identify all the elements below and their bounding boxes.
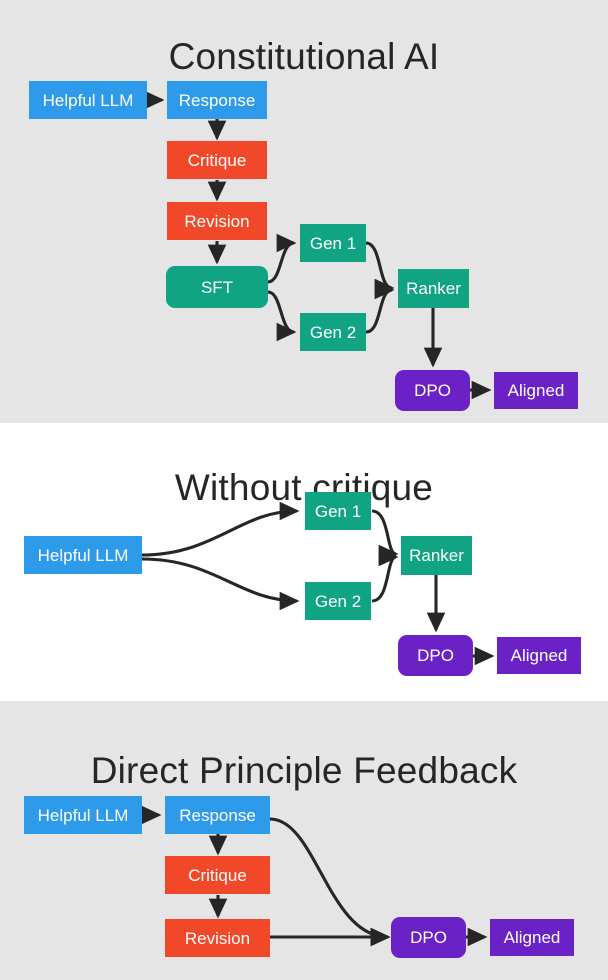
node-label: Response xyxy=(179,805,256,825)
node-wc-ranker[interactable]: Ranker xyxy=(401,536,472,575)
edge-helpful-llm-to-gen2 xyxy=(141,557,300,611)
node-label: Revision xyxy=(184,211,250,231)
node-cai-helpful-llm[interactable]: Helpful LLM xyxy=(29,81,147,119)
node-cai-response[interactable]: Response xyxy=(167,81,267,119)
node-label: Aligned xyxy=(503,928,561,947)
node-wc-dpo[interactable]: DPO xyxy=(398,635,473,676)
node-label: Helpful LLM xyxy=(37,805,129,825)
node-label: SFT xyxy=(200,277,234,297)
node-cai-gen2[interactable]: Gen 2 xyxy=(300,313,366,351)
node-wc-helpful-llm[interactable]: Helpful LLM xyxy=(24,536,142,574)
node-label: Revision xyxy=(184,928,251,948)
node-label: Gen 2 xyxy=(314,591,362,611)
edge-gen1-to-ranker xyxy=(371,509,399,564)
node-dpf-critique[interactable]: Critique xyxy=(165,856,270,894)
edge-response-to-dpo xyxy=(269,817,391,947)
node-label: Helpful LLM xyxy=(37,545,129,565)
node-cai-critique[interactable]: Critique xyxy=(167,141,267,179)
node-label: DPO xyxy=(410,928,447,947)
node-label: Gen 1 xyxy=(314,501,362,521)
node-label: Ranker xyxy=(406,279,461,298)
node-cai-dpo[interactable]: DPO xyxy=(395,370,470,411)
node-label: DPO xyxy=(414,381,451,400)
node-cai-aligned[interactable]: Aligned xyxy=(494,372,578,409)
node-label: Critique xyxy=(188,865,247,885)
panel-title-constitutional-ai: Constitutional AI xyxy=(168,35,440,77)
node-cai-sft[interactable]: SFT xyxy=(166,266,268,308)
panel-title-direct-principle-feedback: Direct Principle Feedback xyxy=(90,749,518,791)
edge-sft-to-gen1 xyxy=(267,233,297,284)
edge-gen2-to-ranker xyxy=(371,547,399,603)
node-cai-ranker[interactable]: Ranker xyxy=(398,269,469,308)
node-cai-revision[interactable]: Revision xyxy=(167,202,267,240)
node-label: Critique xyxy=(187,150,247,170)
node-label: Aligned xyxy=(507,381,565,400)
node-label: Aligned xyxy=(510,646,568,665)
node-dpf-helpful-llm[interactable]: Helpful LLM xyxy=(24,796,142,834)
edge-gen2-to-ranker xyxy=(365,280,395,334)
node-dpf-aligned[interactable]: Aligned xyxy=(490,919,574,956)
node-label: Helpful LLM xyxy=(42,90,134,110)
panel-title-without-critique: Without critique xyxy=(174,466,434,508)
node-label: Response xyxy=(178,90,256,110)
node-label: Gen 2 xyxy=(309,322,357,342)
edge-gen1-to-ranker xyxy=(365,241,395,298)
edge-sft-to-gen2 xyxy=(267,290,297,342)
node-wc-aligned[interactable]: Aligned xyxy=(497,637,581,674)
node-label: Gen 1 xyxy=(309,233,357,253)
panel-constitutional-ai: Constitutional AI Helpful LLM Response C… xyxy=(0,0,608,423)
node-wc-gen1[interactable]: Gen 1 xyxy=(305,492,371,530)
node-dpf-revision[interactable]: Revision xyxy=(165,919,270,957)
figure-canvas: Constitutional AI Helpful LLM Response C… xyxy=(0,0,608,980)
node-label: Ranker xyxy=(409,546,464,565)
node-dpf-response[interactable]: Response xyxy=(165,796,270,834)
edge-helpful-llm-to-gen1 xyxy=(141,501,300,557)
node-wc-gen2[interactable]: Gen 2 xyxy=(305,582,371,620)
node-dpf-dpo[interactable]: DPO xyxy=(391,917,466,958)
node-label: DPO xyxy=(417,646,454,665)
panel-direct-principle-feedback: Direct Principle Feedback Helpful LLM Re… xyxy=(0,701,608,980)
node-cai-gen1[interactable]: Gen 1 xyxy=(300,224,366,262)
panel-without-critique: Without critique Helpful LLM Gen 1 Gen 2… xyxy=(0,423,608,701)
